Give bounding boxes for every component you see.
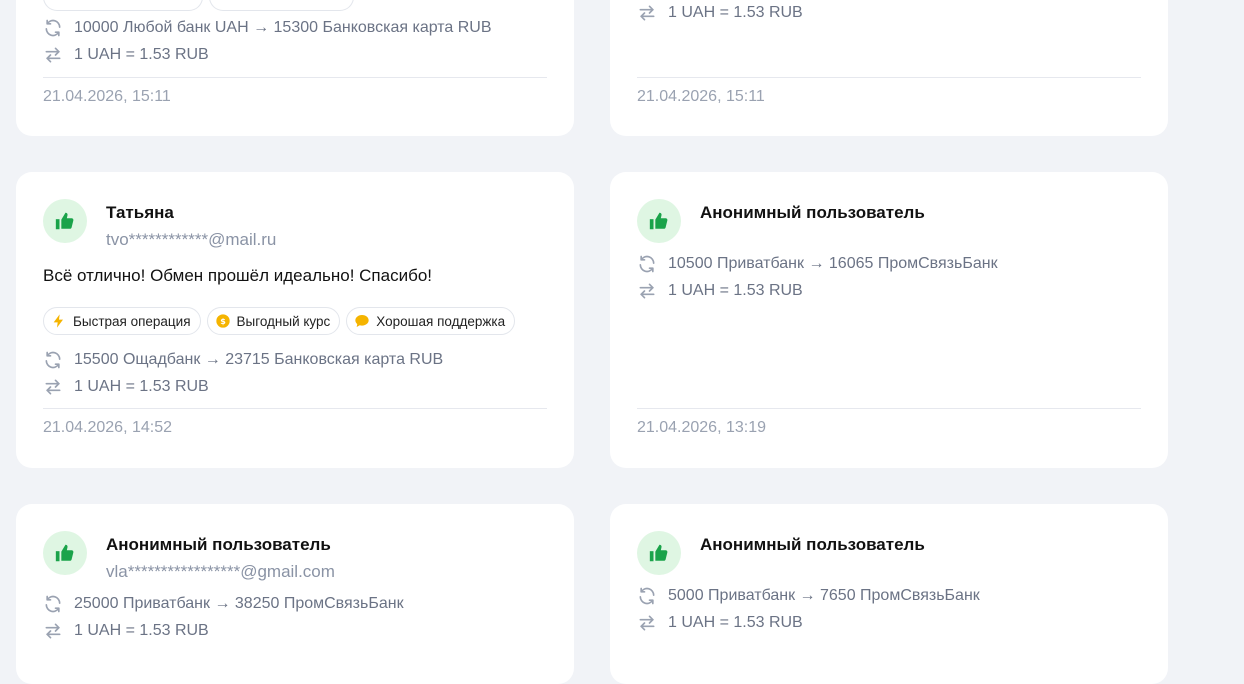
- avatar: [43, 199, 87, 243]
- exchange-row: 10000 Любой банк UAH → 15300 Банковская …: [43, 18, 492, 38]
- tag-fast-operation: Быстрая операция: [43, 307, 201, 335]
- rate-row: 1 UAH = 1.53 RUB: [637, 281, 803, 301]
- svg-text:$: $: [220, 317, 226, 326]
- avatar: [637, 531, 681, 575]
- rate-row: 1 UAH = 1.53 RUB: [43, 377, 209, 397]
- swap-arrows-icon: [639, 5, 655, 21]
- lightning-icon: [53, 314, 63, 328]
- exchange-row: 25000 Приватбанк → 38250 ПромСвязьБанк: [43, 594, 404, 614]
- rate-row: 1 UAH = 1.53 RUB: [43, 621, 209, 641]
- thumbs-up-icon: [55, 544, 74, 562]
- divider: [637, 408, 1141, 409]
- tag-list: Быстрая операция $ Выгодный курс Хорошая…: [43, 307, 516, 335]
- exchange-row: 15500 Ощадбанк → 23715 Банковская карта …: [43, 350, 443, 370]
- rate-row: 1 UAH = 1.53 RUB: [637, 613, 803, 633]
- rate-text: 1 UAH = 1.53 RUB: [74, 622, 209, 639]
- reviewer-name: Анонимный пользователь: [700, 203, 925, 222]
- reviewer-name: Анонимный пользователь: [106, 535, 331, 554]
- exchange-row: 10500 Приватбанк → 16065 ПромСвязьБанк: [637, 254, 998, 274]
- review-card: Татьяна tvo************@mail.ru Всё отли…: [16, 172, 574, 468]
- review-date: 21.04.2026, 14:52: [43, 419, 173, 436]
- swap-arrows-icon: [639, 283, 655, 299]
- refresh-icon: [45, 351, 61, 369]
- rate-text: 1 UAH = 1.53 RUB: [668, 282, 803, 299]
- tag-good-support: Хорошая поддержка: [346, 307, 516, 335]
- divider: [637, 77, 1141, 78]
- thumbs-up-icon: [649, 544, 668, 562]
- avatar: [43, 531, 87, 575]
- exchange-text: 5000 Приватбанк → 7650 ПромСвязьБанк: [668, 587, 980, 604]
- thumbs-up-icon: [55, 212, 74, 230]
- swap-arrows-icon: [45, 47, 61, 63]
- review-card: 10000 Любой банк UAH → 15300 Банковская …: [16, 0, 574, 136]
- review-card: 1 UAH = 1.53 RUB 21.04.2026, 15:11: [610, 0, 1168, 136]
- rate-row: 1 UAH = 1.53 RUB: [637, 3, 803, 23]
- exchange-text: 10000 Любой банк UAH → 15300 Банковская …: [74, 19, 492, 36]
- refresh-icon: [639, 587, 655, 605]
- exchange-row: 5000 Приватбанк → 7650 ПромСвязьБанк: [637, 586, 980, 606]
- review-date: 21.04.2026, 15:11: [637, 88, 765, 105]
- swap-arrows-icon: [45, 379, 61, 395]
- coin-icon: $: [215, 314, 230, 328]
- chat-bubble-icon: [355, 315, 369, 327]
- tag-chip: [43, 0, 203, 11]
- tag-chip: [209, 0, 354, 11]
- divider: [43, 408, 547, 409]
- swap-arrows-icon: [45, 623, 61, 639]
- exchange-text: 15500 Ощадбанк → 23715 Банковская карта …: [74, 351, 444, 368]
- rate-text: 1 UAH = 1.53 RUB: [74, 378, 209, 395]
- review-card: Анонимный пользователь 5000 Приватбанк →…: [610, 504, 1168, 684]
- review-card: Анонимный пользователь 10500 Приватбанк …: [610, 172, 1168, 468]
- reviewer-email: tvo************@mail.ru: [106, 230, 277, 249]
- divider: [43, 77, 547, 78]
- rate-row: 1 UAH = 1.53 RUB: [43, 45, 209, 65]
- rate-text: 1 UAH = 1.53 RUB: [668, 4, 803, 21]
- refresh-icon: [639, 255, 655, 273]
- thumbs-up-icon: [649, 212, 668, 230]
- rate-text: 1 UAH = 1.53 RUB: [668, 614, 803, 631]
- exchange-text: 10500 Приватбанк → 16065 ПромСвязьБанк: [668, 255, 998, 272]
- refresh-icon: [45, 19, 61, 37]
- rate-text: 1 UAH = 1.53 RUB: [74, 46, 209, 63]
- refresh-icon: [45, 595, 61, 613]
- reviewer-name: Анонимный пользователь: [700, 535, 925, 554]
- review-date: 21.04.2026, 13:19: [637, 419, 767, 436]
- review-date: 21.04.2026, 15:11: [43, 88, 171, 105]
- review-text: Всё отлично! Обмен прошёл идеально! Спас…: [43, 266, 432, 285]
- review-card: Анонимный пользователь vla**************…: [16, 504, 574, 684]
- exchange-text: 25000 Приватбанк → 38250 ПромСвязьБанк: [74, 595, 404, 612]
- tag-list: [43, 0, 354, 11]
- reviewer-name: Татьяна: [106, 203, 174, 222]
- reviewer-email: vla*****************@gmail.com: [106, 562, 335, 581]
- tag-good-rate: $ Выгодный курс: [206, 307, 341, 335]
- avatar: [637, 199, 681, 243]
- swap-arrows-icon: [639, 615, 655, 631]
